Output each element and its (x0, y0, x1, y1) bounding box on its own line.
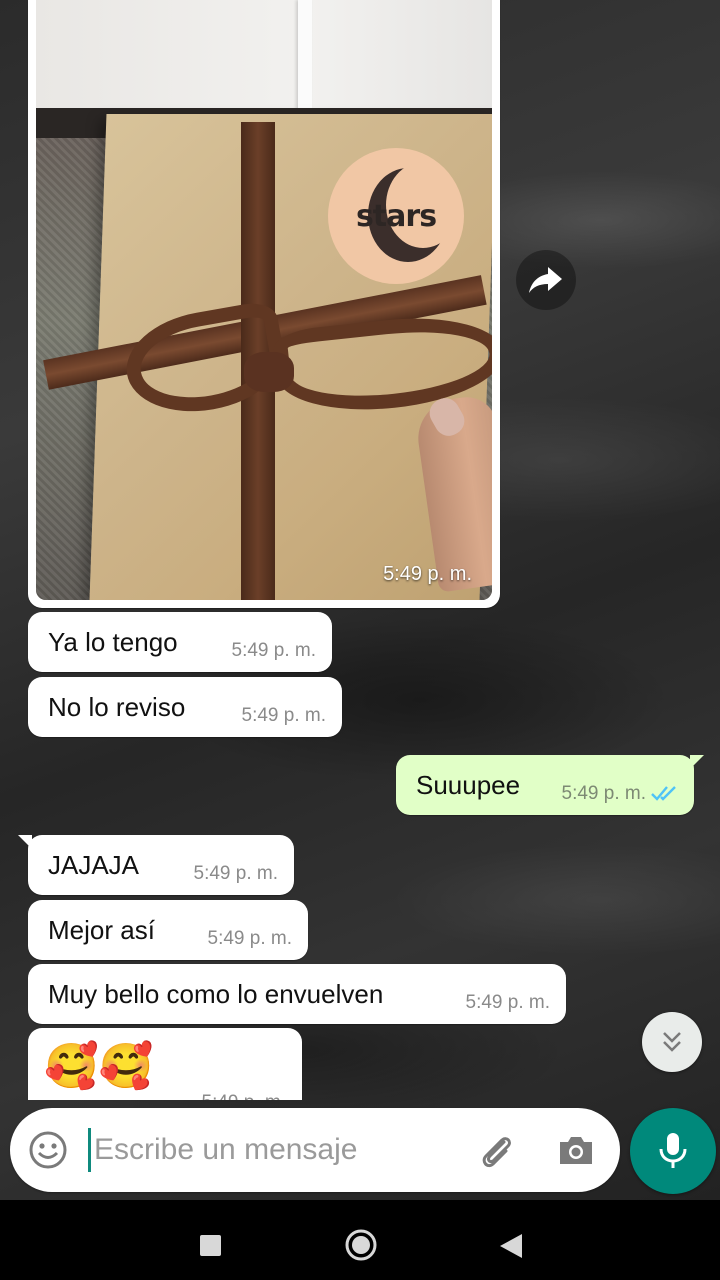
message-time: 5:49 p. m. (207, 928, 293, 949)
read-ticks-icon (651, 786, 676, 801)
message-time: 5:49 p. m. (241, 705, 327, 726)
message-input[interactable] (90, 1108, 474, 1192)
stars-sticker-logo: stars (328, 148, 464, 284)
message-text: Mejor así (48, 915, 155, 945)
message-time: 5:49 p. m. (231, 640, 317, 661)
forward-icon (529, 267, 562, 293)
recents-icon[interactable] (200, 1235, 221, 1256)
message-text: No lo reviso (48, 692, 186, 722)
message-bubble-in[interactable]: Ya lo tengo 5:49 p. m. (28, 612, 332, 672)
sticker-text: stars (355, 198, 437, 234)
message-bubble-in[interactable]: Mejor así 5:49 p. m. (28, 900, 308, 960)
chat-list-clip: 🥰🥰 5:49 p. m. (0, 1028, 720, 1100)
bubble-tail (690, 755, 704, 769)
microphone-icon (659, 1133, 687, 1168)
message-text: JAJAJA (48, 850, 140, 880)
forward-button[interactable] (516, 250, 576, 310)
ribbon-bow-knot (244, 352, 294, 392)
message-text: Muy bello como lo envuelven (48, 979, 384, 1009)
message-bubble-in[interactable]: Muy bello como lo envuelven 5:49 p. m. (28, 964, 566, 1024)
message-composer (10, 1108, 620, 1192)
voice-record-button[interactable] (630, 1108, 716, 1194)
scroll-to-bottom-button[interactable] (642, 1012, 702, 1072)
photo-door-frame (298, 0, 312, 120)
image-message-time: 5:49 p. m. (383, 563, 472, 585)
photo-wall (36, 0, 492, 115)
message-time: 5:49 p. m. (202, 1092, 287, 1100)
paperclip-icon[interactable] (474, 1128, 518, 1172)
message-bubble-in[interactable]: No lo reviso 5:49 p. m. (28, 677, 342, 737)
message-bubble-in[interactable]: 🥰🥰 5:49 p. m. (28, 1028, 302, 1100)
back-icon[interactable] (498, 1232, 524, 1260)
message-bubble-in[interactable]: JAJAJA 5:49 p. m. (18, 835, 294, 895)
message-text: Ya lo tengo (48, 627, 178, 657)
camera-icon[interactable] (554, 1128, 598, 1172)
smiley-icon[interactable] (26, 1128, 70, 1172)
message-time: 5:49 p. m. (193, 863, 279, 884)
message-time: 5:49 p. m. (561, 783, 647, 804)
gift-photo[interactable]: stars 5:49 p. m. (36, 0, 492, 600)
message-text: Suuupee (416, 770, 521, 800)
bubble-tail (18, 835, 32, 849)
home-icon[interactable] (345, 1229, 377, 1261)
double-chevron-down-icon (663, 1032, 681, 1052)
message-bubble-out[interactable]: Suuupee 5:49 p. m. (396, 755, 704, 815)
message-text: 🥰🥰 (44, 1042, 154, 1091)
message-time: 5:49 p. m. (465, 992, 551, 1013)
image-message-bubble[interactable]: stars 5:49 p. m. (28, 0, 500, 608)
